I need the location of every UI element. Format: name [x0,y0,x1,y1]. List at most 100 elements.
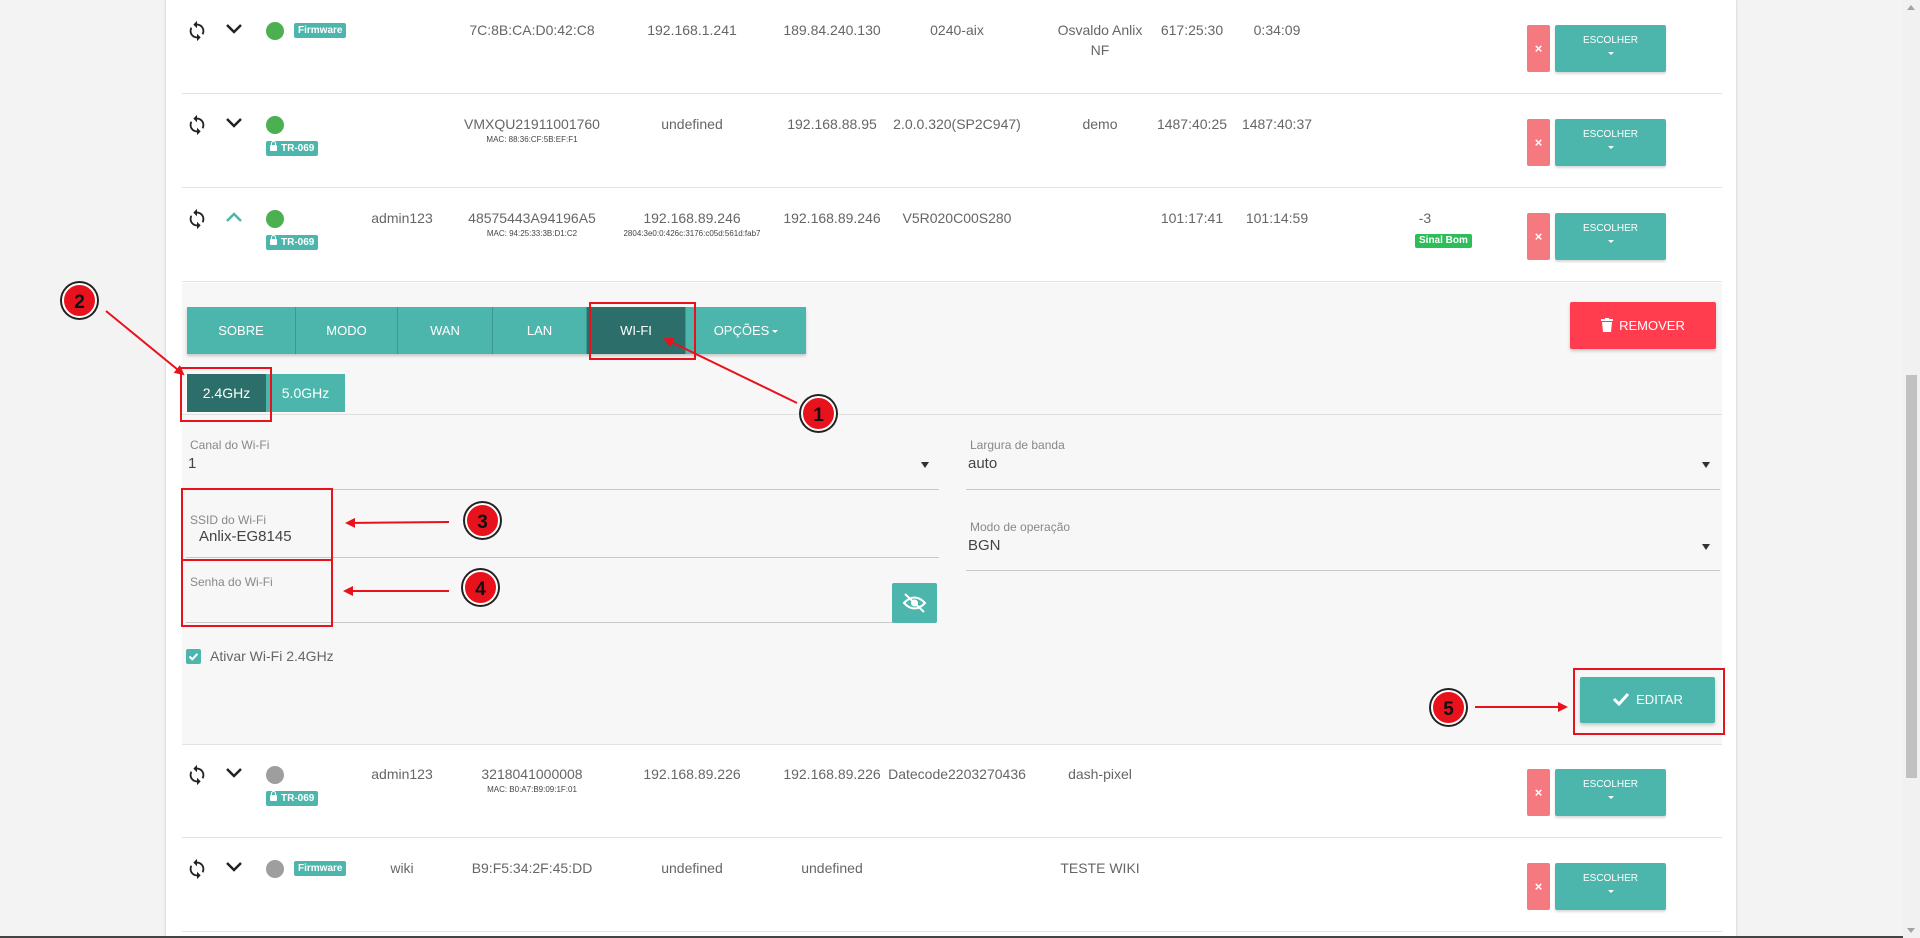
annotation-number-3: 3 [465,503,500,538]
tr069-badge: TR-069 [266,141,319,156]
tab-lan[interactable]: LAN [493,307,587,354]
dropdown-arrow-icon [1702,544,1710,550]
highlight-ssid-field [181,488,333,561]
ip-local-cell: undefined [661,116,723,132]
lock-icon [270,141,277,151]
choose-button[interactable]: ESCOLHER [1555,213,1666,260]
choose-button[interactable]: ESCOLHER [1555,25,1666,72]
choose-button[interactable]: ESCOLHER [1555,769,1666,816]
detail-tabs: SOBRE MODO WAN LAN WI-FI OPÇÕES [187,307,806,354]
scrollbar-thumb[interactable] [1906,375,1917,778]
device-row: TR-069 admin123 3218041000008 MAC: B0:A7:… [182,744,1722,838]
name-cell: TESTE WIKI [1060,860,1140,876]
sync-icon[interactable] [186,208,208,230]
highlight-2-4ghz-tab [180,367,272,422]
status-dot [266,766,284,784]
choose-button[interactable]: ESCOLHER [1555,863,1666,910]
annotation-number-5: 5 [1431,690,1466,725]
device-row: Firmware 7C:8B:CA:D0:42:C8 192.168.1.241… [182,0,1722,94]
user-cell: admin123 [371,210,433,226]
user-cell: wiki [390,860,414,876]
scrollbar[interactable] [1903,0,1920,938]
serial-cell: B9:F5:34:2F:45:DD [471,860,593,876]
version-cell: 0240-aix [930,22,984,38]
remove-button[interactable]: REMOVER [1570,302,1716,349]
divider [182,414,1722,415]
signal-badge: Sinal Bom [1415,234,1472,248]
eye-off-icon [902,593,927,613]
chevron-down-icon[interactable] [225,22,243,36]
delete-button[interactable]: × [1527,25,1550,72]
tab-wan[interactable]: WAN [398,307,493,354]
ip-local-cell: 192.168.89.226 [643,766,741,782]
annotation-number-2: 2 [62,283,97,318]
sync-icon[interactable] [186,764,208,786]
conn-time-cell: 1487:40:37 [1241,116,1313,132]
status-dot [266,210,284,228]
highlight-password-field [181,559,333,627]
version-cell: V5R020C00S280 [902,210,1012,226]
caret-down-icon [1607,52,1614,55]
device-row: Firmware wiki B9:F5:34:2F:45:DD undefine… [182,838,1722,932]
delete-button[interactable]: × [1527,863,1550,910]
lock-icon [270,235,277,245]
delete-button[interactable]: × [1527,119,1550,166]
operation-mode-select[interactable]: Modo de operação BGN [962,520,1720,571]
device-row-expanded: TR-069 admin123 48575443A94196A5 MAC: 94:… [182,188,1722,282]
version-cell: Datecode2203270436 [888,766,1026,782]
channel-select[interactable]: Canal do Wi-Fi 1 [182,438,939,490]
bandwidth-select[interactable]: Largura de banda auto [962,438,1720,490]
lock-icon [270,791,277,801]
trash-icon [1601,317,1614,332]
tab-modo[interactable]: MODO [296,307,398,354]
tr069-badge: TR-069 [266,235,319,250]
ip-local-cell: 192.168.1.241 [647,22,737,38]
tab-opcoes[interactable]: OPÇÕES [686,307,806,354]
device-row: TR-069 VMXQU21911001760 MAC: 88:36:CF:5B:… [182,94,1722,188]
name-cell: Osvaldo Anlix NF [1057,22,1143,58]
highlight-edit-button [1573,668,1725,735]
status-dot [266,22,284,40]
chevron-up-icon[interactable] [225,210,243,224]
firmware-badge: Firmware [294,23,347,38]
conn-time-cell: 101:14:59 [1245,210,1309,226]
choose-button[interactable]: ESCOLHER [1555,119,1666,166]
checkbox[interactable] [186,649,201,664]
conn-time-cell: 0:34:09 [1253,22,1301,38]
chevron-down-icon[interactable] [225,116,243,130]
delete-button[interactable]: × [1527,769,1550,816]
ip-local-cell: undefined [661,860,723,876]
tr069-badge: TR-069 [266,791,319,806]
signal-cell: -3 [1418,210,1432,226]
tab-5-0ghz[interactable]: 5.0GHz [266,374,345,412]
tab-sobre[interactable]: SOBRE [187,307,296,354]
status-dot [266,860,284,878]
version-cell: 2.0.0.320(SP2C947) [893,116,1021,132]
ip-public-cell: undefined [801,860,863,876]
sync-icon[interactable] [186,20,208,42]
name-cell: dash-pixel [1068,766,1132,782]
scroll-up-arrow-icon[interactable] [1907,5,1915,10]
firmware-badge: Firmware [294,861,347,876]
dropdown-arrow-icon [921,462,929,468]
sync-icon[interactable] [186,114,208,136]
scroll-down-arrow-icon[interactable] [1907,928,1915,933]
dropdown-arrow-icon [1702,462,1710,468]
caret-down-icon [1607,890,1614,893]
user-cell: admin123 [371,766,433,782]
serial-cell: 7C:8B:CA:D0:42:C8 [469,22,595,38]
delete-button[interactable]: × [1527,213,1550,260]
chevron-down-icon[interactable] [225,766,243,780]
status-dot [266,116,284,134]
serial-cell: 3218041000008 MAC: B0:A7:B9:09:1F:01 [481,766,583,794]
caret-down-icon [772,330,779,334]
sync-icon[interactable] [186,858,208,880]
name-cell: demo [1082,116,1118,132]
device-detail-panel: SOBRE MODO WAN LAN WI-FI OPÇÕES REMOVER … [182,283,1722,745]
chevron-down-icon[interactable] [225,860,243,874]
caret-down-icon [1607,240,1614,243]
toggle-password-visibility-button[interactable] [892,583,937,623]
annotation-number-1: 1 [801,396,836,431]
caret-down-icon [1607,796,1614,799]
serial-cell: VMXQU21911001760 MAC: 88:36:CF:5B:EF:F1 [464,116,600,144]
